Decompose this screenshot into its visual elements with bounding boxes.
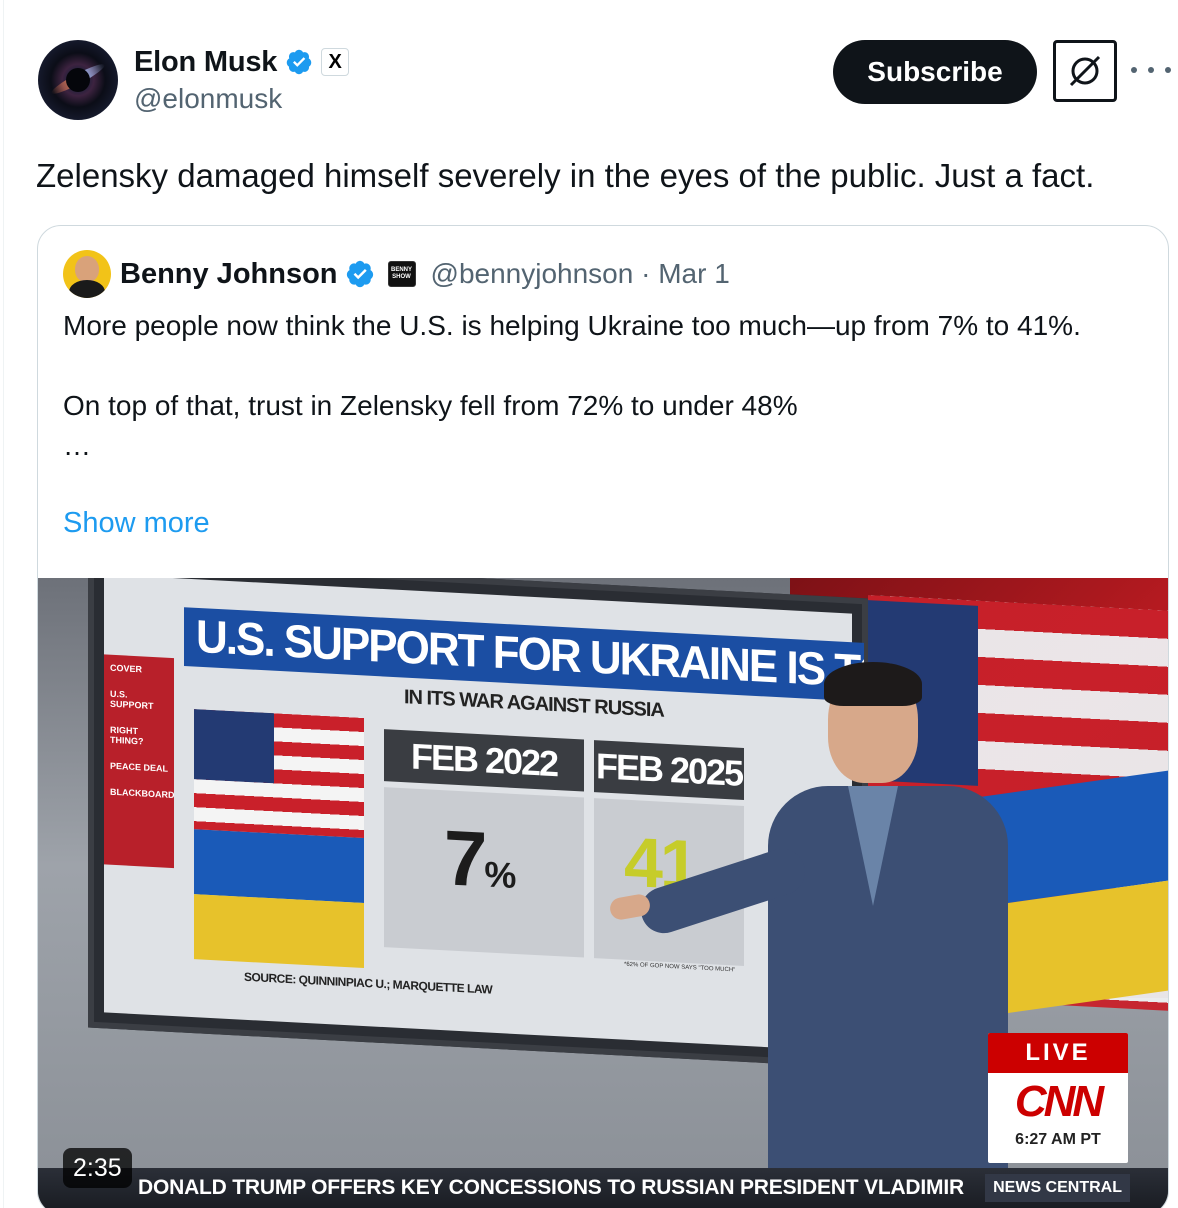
author-avatar[interactable] [38,40,118,120]
verified-badge-icon [346,260,373,288]
verified-badge-icon [286,49,312,75]
quoted-affiliate-badge: BENNY SHOW [387,261,416,287]
live-label: LIVE [988,1033,1128,1073]
left-border [3,0,4,1208]
x-affiliate-badge: X [321,48,350,76]
more-icon[interactable] [1131,58,1171,82]
screen-subhead: IN ITS WAR AGAINST RUSSIA [404,686,664,722]
ticker-text: DONALD TRUMP OFFERS KEY CONCESSIONS TO R… [138,1176,964,1199]
grok-button[interactable] [1053,40,1117,102]
screen-headline: U.S. SUPPORT FOR UKRAINE IS TOO MUCH [184,607,864,702]
quoted-author-avatar[interactable] [63,250,111,298]
quoted-handle-date[interactable]: @bennyjohnson · Mar 1 [431,258,730,290]
live-bug: LIVE CNN 6:27 AM PT [988,1033,1128,1163]
column-header-2025: FEB 2025 [594,740,744,800]
video-duration: 2:35 [63,1148,132,1188]
menu-item: BLACKBOARD [110,786,175,801]
subscribe-button[interactable]: Subscribe [833,40,1037,104]
menu-item: COVER [110,662,143,675]
menu-item: PEACE DEAL [110,760,169,774]
cnn-logo: CNN [1014,1077,1104,1126]
screen-side-menu: COVER U.S. SUPPORT RIGHT THING? PEACE DE… [104,654,175,869]
author-name-row: Elon Musk X [134,42,350,82]
news-anchor [608,662,1008,1208]
studio-screen: COVER U.S. SUPPORT RIGHT THING? PEACE DE… [88,578,868,1069]
quoted-tweet[interactable]: Benny Johnson BENNY SHOW @bennyjohnson ·… [37,225,1169,1208]
news-ticker: DONALD TRUMP OFFERS KEY CONCESSIONS TO R… [38,1168,1168,1208]
menu-item: U.S. SUPPORT [110,688,154,711]
show-more-link[interactable]: Show more [63,507,210,540]
flags-panel [194,709,364,969]
column-header-2022: FEB 2022 [384,729,584,792]
author-display-name[interactable]: Elon Musk [134,46,277,79]
quoted-tweet-text: More people now think the U.S. is helpin… [63,310,1081,461]
screen-source: SOURCE: QUINNINPIAC U.; MARQUETTE LAW [244,969,493,997]
author-handle[interactable]: @elonmusk [134,83,282,115]
quoted-author-row: Benny Johnson BENNY SHOW @bennyjohnson ·… [120,254,730,294]
menu-item: RIGHT THING? [110,724,144,747]
live-time: 6:27 AM PT [1015,1131,1101,1148]
value-2022: 7% [444,813,514,904]
quoted-author-name[interactable]: Benny Johnson [120,258,338,291]
grok-icon [1069,55,1101,87]
ticker-tag: NEWS CENTRAL [985,1174,1130,1202]
video-player[interactable]: COVER U.S. SUPPORT RIGHT THING? PEACE DE… [38,578,1168,1208]
tweet-text: Zelensky damaged himself severely in the… [36,157,1095,194]
